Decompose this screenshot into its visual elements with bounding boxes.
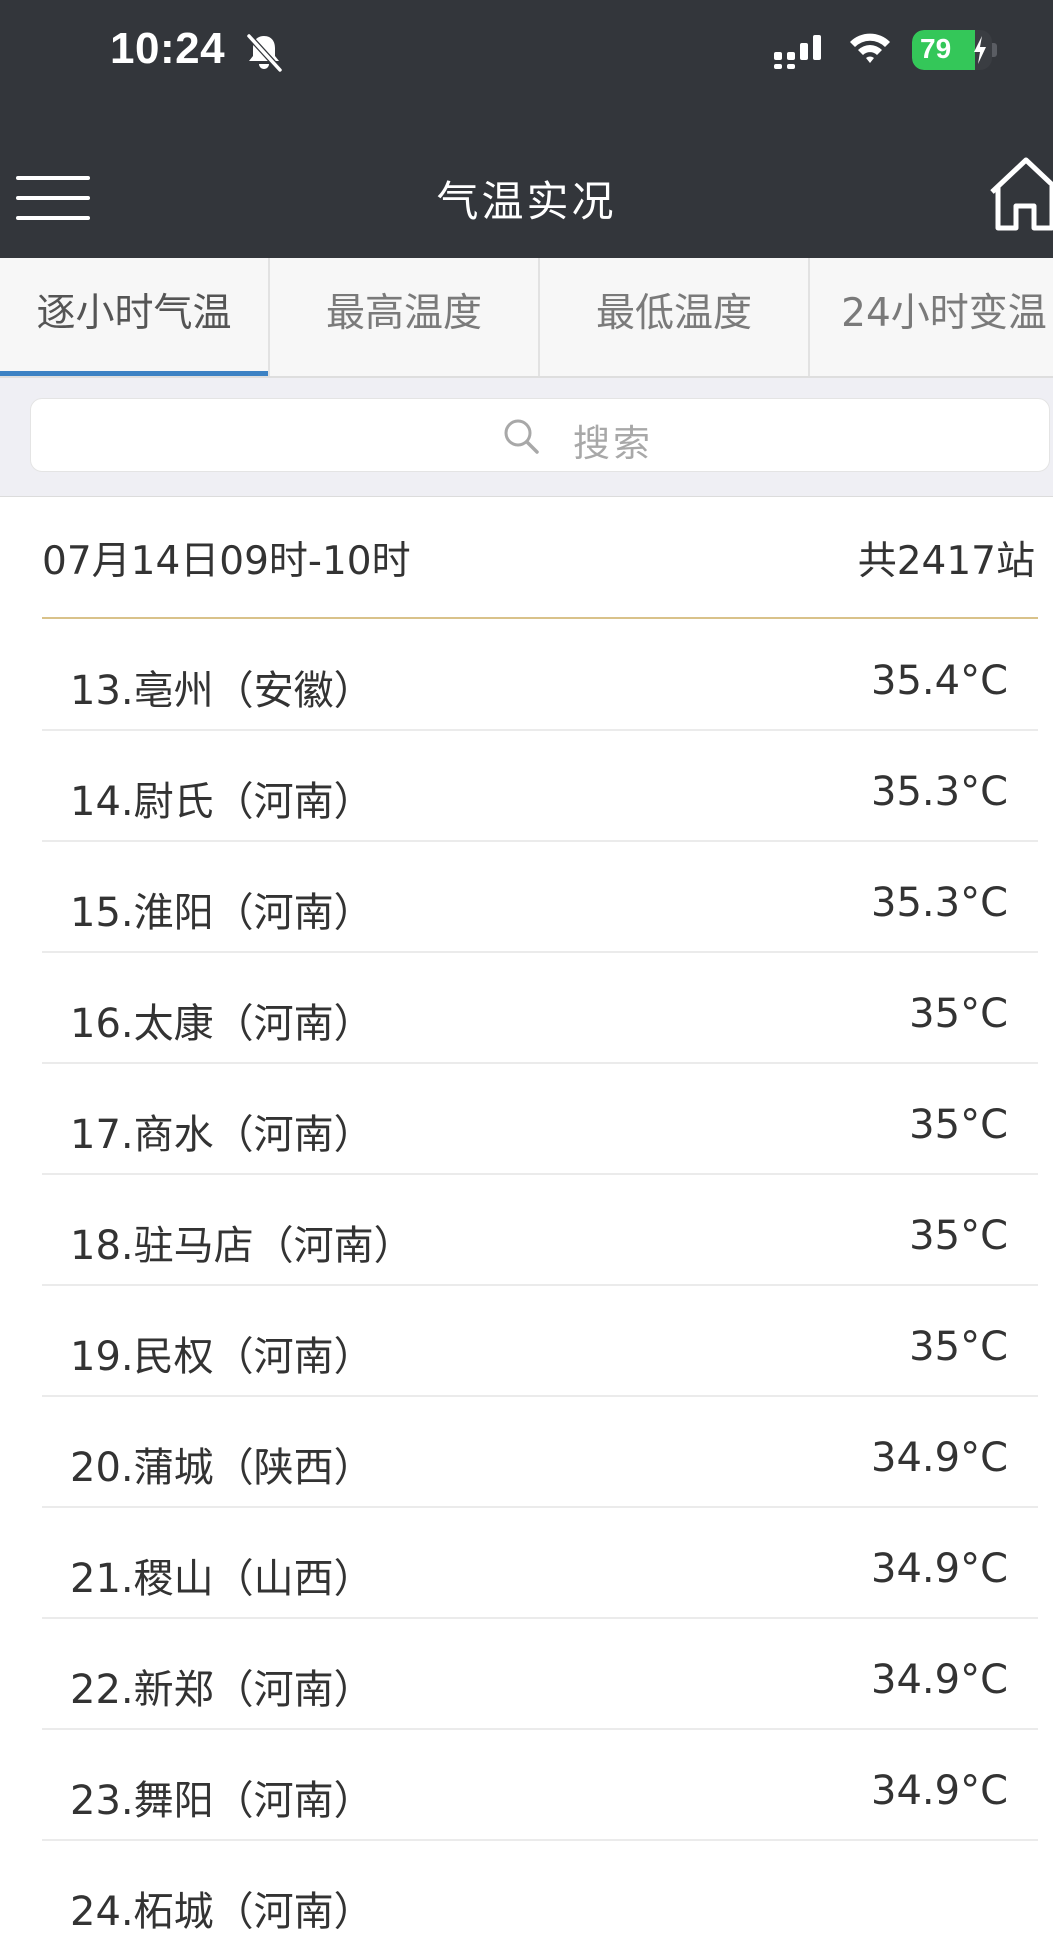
station-name: 19.民权（河南） xyxy=(70,1334,374,1380)
battery-indicator: 79 xyxy=(912,30,992,70)
list-item[interactable]: 22.新郑（河南） 34.9°C xyxy=(42,1619,1038,1730)
station-name: 20.蒲城（陕西） xyxy=(70,1445,374,1491)
station-name: 17.商水（河南） xyxy=(70,1112,374,1158)
tab-max-temp[interactable]: 最高温度 xyxy=(270,258,540,376)
date-range: 07月14日09时-10时 xyxy=(42,539,411,584)
station-name: 23.舞阳（河南） xyxy=(70,1778,374,1824)
station-name: 15.淮阳（河南） xyxy=(70,890,374,936)
station-temp: 35.3°C xyxy=(871,769,1008,815)
cellular-signal-icon xyxy=(774,35,821,69)
list-item[interactable]: 17.商水（河南） 35°C xyxy=(42,1064,1038,1175)
tab-bar: 逐小时气温 最高温度 最低温度 24小时变温 xyxy=(0,258,1053,378)
bell-muted-icon xyxy=(246,33,283,73)
list-item[interactable]: 16.太康（河南） 35°C xyxy=(42,953,1038,1064)
status-time: 10:24 xyxy=(110,24,226,73)
tab-24h-change[interactable]: 24小时变温 xyxy=(810,258,1053,376)
battery-cap xyxy=(992,43,997,57)
search-icon xyxy=(504,419,539,454)
top-bar: 10:24 79 气温实况 xyxy=(0,0,1053,258)
list-item[interactable]: 20.蒲城（陕西） 34.9°C xyxy=(42,1397,1038,1508)
list-item[interactable]: 15.淮阳（河南） 35.3°C xyxy=(42,842,1038,953)
search-area: 搜索 xyxy=(0,378,1053,497)
wifi-icon xyxy=(850,33,890,63)
header-divider xyxy=(42,617,1038,619)
search-placeholder: 搜索 xyxy=(573,422,653,465)
station-temp: 34.9°C xyxy=(871,1657,1008,1703)
station-temp: 35°C xyxy=(909,991,1008,1037)
station-temp: 35°C xyxy=(909,1213,1008,1259)
tab-min-temp[interactable]: 最低温度 xyxy=(540,258,810,376)
station-name: 22.新郑（河南） xyxy=(70,1667,374,1713)
charging-bolt-icon xyxy=(974,36,986,64)
station-temp: 35°C xyxy=(909,1324,1008,1370)
station-name: 24.柘城（河南） xyxy=(70,1889,374,1935)
station-temp: 35.4°C xyxy=(871,658,1008,704)
list-item[interactable]: 18.驻马店（河南） 35°C xyxy=(42,1175,1038,1286)
list-item[interactable]: 19.民权（河南） 35°C xyxy=(42,1286,1038,1397)
page-title: 气温实况 xyxy=(436,177,617,226)
station-name: 21.稷山（山西） xyxy=(70,1556,374,1602)
station-temp: 34.9°C xyxy=(871,1768,1008,1814)
home-icon[interactable] xyxy=(986,152,1053,232)
list-item[interactable]: 21.稷山（山西） 34.9°C xyxy=(42,1508,1038,1619)
station-temp: 34.9°C xyxy=(871,1546,1008,1592)
search-input[interactable]: 搜索 xyxy=(30,398,1050,472)
info-header: 07月14日09时-10时 共2417站 xyxy=(42,530,1035,590)
list-item[interactable]: 24.柘城（河南） xyxy=(42,1841,1038,1950)
station-name: 14.尉氏（河南） xyxy=(70,779,374,825)
list-item[interactable]: 14.尉氏（河南） 35.3°C xyxy=(42,731,1038,842)
tab-hourly-temp[interactable]: 逐小时气温 xyxy=(0,258,270,376)
station-temp: 35°C xyxy=(909,1102,1008,1148)
station-temp: 34.9°C xyxy=(871,1435,1008,1481)
station-name: 18.驻马店（河南） xyxy=(70,1223,414,1269)
station-count: 共2417站 xyxy=(857,539,1035,584)
list-item[interactable]: 23.舞阳（河南） 34.9°C xyxy=(42,1730,1038,1841)
list-item[interactable]: 13.亳州（安徽） 35.4°C xyxy=(42,620,1038,731)
station-temp: 35.3°C xyxy=(871,880,1008,926)
battery-percent: 79 xyxy=(920,33,952,64)
station-name: 13.亳州（安徽） xyxy=(70,668,374,714)
station-list: 13.亳州（安徽） 35.4°C 14.尉氏（河南） 35.3°C 15.淮阳（… xyxy=(42,620,1038,1950)
station-name: 16.太康（河南） xyxy=(70,1001,374,1047)
